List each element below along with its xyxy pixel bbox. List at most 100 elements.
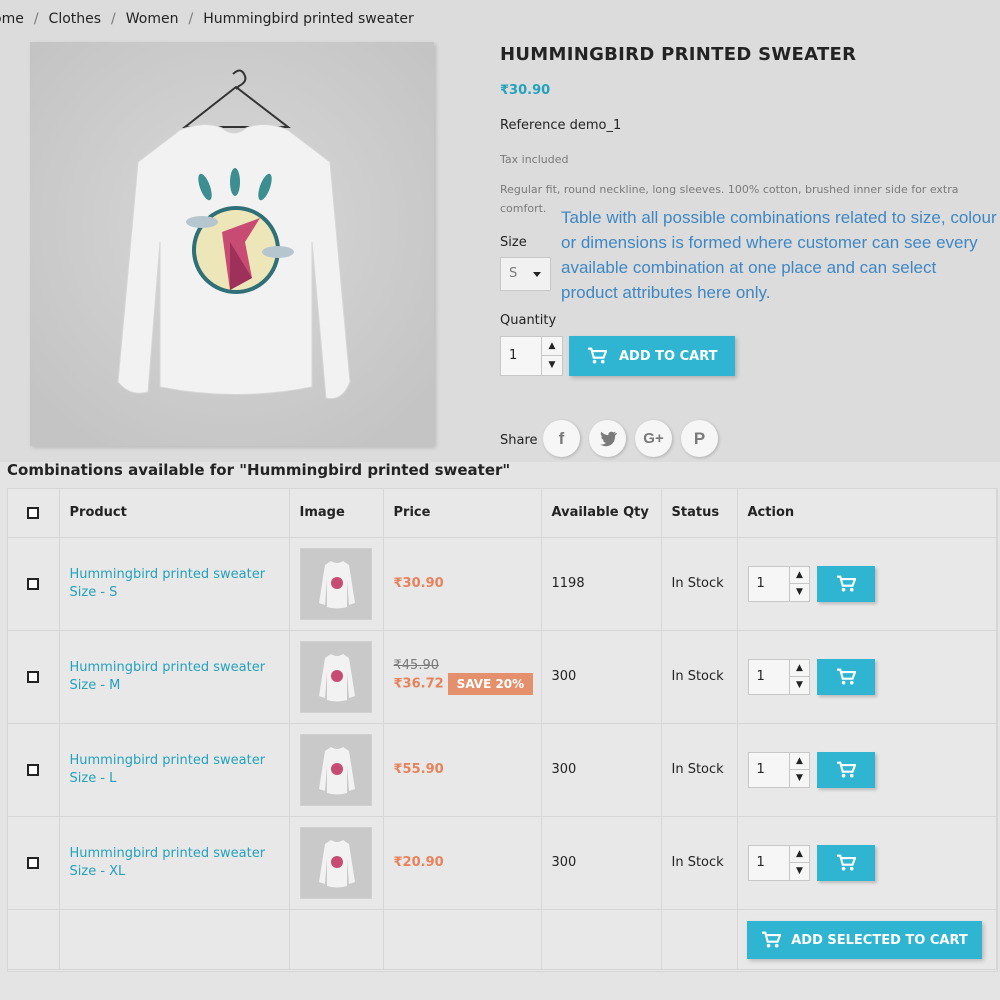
chevron-down-icon[interactable]: ▼ — [790, 770, 810, 787]
add-to-cart-label: ADD TO CART — [619, 348, 718, 364]
header-price: Price — [383, 489, 542, 538]
header-product: Product — [59, 489, 290, 538]
row-available-qty: 1198 — [541, 537, 662, 631]
chevron-down-icon[interactable]: ▼ — [790, 584, 810, 601]
row-status: In Stock — [661, 537, 738, 631]
tax-label: Tax included — [500, 153, 569, 166]
google-plus-share-icon[interactable]: G+ — [635, 420, 672, 457]
product-thumbnail[interactable] — [299, 547, 372, 620]
product-link[interactable]: Hummingbird printed sweater Size - XL — [59, 816, 290, 910]
chevron-down-icon[interactable]: ▼ — [790, 677, 810, 694]
select-all-checkbox[interactable] — [27, 506, 40, 519]
size-select[interactable]: S — [500, 257, 551, 291]
size-label: Size — [500, 235, 527, 250]
breadcrumb-current: Hummingbird printed sweater — [203, 11, 414, 27]
quantity-label: Quantity — [500, 313, 557, 328]
chevron-up-icon[interactable]: ▲ — [789, 660, 810, 677]
quantity-stepper[interactable]: 1 ▲ ▼ — [747, 751, 810, 788]
row-status: In Stock — [661, 723, 738, 817]
row-price: ₹30.90 — [383, 537, 542, 631]
table-row: Hummingbird printed sweater Size - L ₹55.… — [8, 723, 997, 817]
row-checkbox[interactable] — [27, 856, 40, 869]
quantity-input[interactable]: 1 — [757, 576, 765, 591]
row-add-to-cart-button[interactable] — [816, 751, 875, 788]
add-to-cart-button[interactable]: ADD TO CART — [569, 336, 735, 376]
cart-icon — [836, 854, 856, 871]
add-selected-to-cart-button[interactable]: ADD SELECTED TO CART — [747, 921, 982, 959]
row-price: ₹20.90 — [383, 816, 542, 910]
twitter-share-icon[interactable] — [589, 420, 626, 457]
combinations-table: Product Image Price Available Qty Status… — [7, 488, 998, 972]
quantity-stepper[interactable]: 1 ▲ ▼ — [747, 658, 810, 695]
quantity-stepper[interactable]: 1 ▲ ▼ — [747, 565, 810, 602]
product-link[interactable]: Hummingbird printed sweater Size - S — [59, 537, 290, 631]
row-checkbox[interactable] — [27, 577, 40, 590]
product-thumbnail[interactable] — [299, 733, 372, 806]
row-old-price: ₹45.90 — [393, 658, 440, 673]
reference-value: demo_1 — [569, 118, 622, 133]
row-price-discounted: ₹45.90 ₹36.72 SAVE 20% — [383, 630, 542, 724]
row-price: ₹55.90 — [383, 723, 542, 817]
chevron-up-icon[interactable]: ▲ — [542, 337, 562, 356]
table-row: Hummingbird printed sweater Size - M ₹45.… — [8, 630, 997, 724]
row-status: In Stock — [661, 630, 738, 724]
quantity-stepper[interactable]: 1 ▲ ▼ — [747, 844, 810, 881]
sweater-illustration — [30, 42, 434, 446]
annotation-note: Table with all possible combinations rel… — [561, 208, 997, 302]
row-price: ₹36.72 — [393, 676, 444, 692]
chevron-down-icon[interactable]: ▼ — [542, 356, 562, 375]
product-link[interactable]: Hummingbird printed sweater Size - L — [59, 723, 290, 817]
product-main-image[interactable] — [30, 42, 434, 446]
caret-down-icon — [533, 272, 541, 277]
row-available-qty: 300 — [541, 630, 662, 724]
product-price: ₹30.90 — [500, 83, 551, 98]
product-reference: Reference demo_1 — [500, 118, 621, 133]
share-label: Share — [500, 433, 538, 448]
save-badge: SAVE 20% — [447, 673, 534, 695]
breadcrumb-home[interactable]: ome — [0, 11, 24, 27]
row-add-to-cart-button[interactable] — [816, 844, 875, 881]
table-header-row: Product Image Price Available Qty Status… — [8, 489, 997, 538]
size-selected-value: S — [509, 266, 518, 281]
twitter-icon — [599, 431, 617, 446]
combinations-title: Combinations available for "Hummingbird … — [7, 461, 511, 479]
reference-label: Reference — [500, 118, 566, 133]
quantity-input[interactable]: 1 — [509, 348, 517, 363]
header-available-qty: Available Qty — [541, 489, 662, 538]
breadcrumb-women[interactable]: Women — [126, 11, 179, 27]
row-status: In Stock — [661, 816, 738, 910]
table-row: Hummingbird printed sweater Size - S ₹30.… — [8, 537, 997, 631]
add-selected-label: ADD SELECTED TO CART — [791, 932, 968, 948]
row-checkbox[interactable] — [27, 763, 40, 776]
cart-icon — [836, 761, 856, 778]
chevron-up-icon[interactable]: ▲ — [789, 567, 810, 584]
quantity-input[interactable]: 1 — [757, 669, 765, 684]
cart-icon — [762, 931, 782, 948]
header-action: Action — [737, 489, 997, 538]
row-available-qty: 300 — [541, 723, 662, 817]
pinterest-share-icon[interactable]: P — [681, 420, 718, 457]
chevron-down-icon[interactable]: ▼ — [790, 863, 810, 880]
product-title: HUMMINGBIRD PRINTED SWEATER — [500, 44, 857, 65]
cart-icon — [588, 347, 607, 364]
chevron-up-icon[interactable]: ▲ — [789, 846, 810, 863]
breadcrumb-clothes[interactable]: Clothes — [49, 11, 102, 27]
product-link[interactable]: Hummingbird printed sweater Size - M — [59, 630, 290, 724]
product-thumbnail[interactable] — [299, 826, 372, 899]
row-checkbox[interactable] — [27, 670, 40, 683]
row-available-qty: 300 — [541, 816, 662, 910]
breadcrumb: ome/Clothes/Women/Hummingbird printed sw… — [0, 11, 414, 27]
quantity-stepper[interactable]: 1 ▲ ▼ — [500, 336, 563, 376]
cart-icon — [836, 668, 856, 685]
quantity-input[interactable]: 1 — [757, 762, 765, 777]
row-add-to-cart-button[interactable] — [816, 565, 875, 602]
row-add-to-cart-button[interactable] — [816, 658, 875, 695]
table-row: Hummingbird printed sweater Size - XL ₹20… — [8, 816, 997, 910]
header-status: Status — [661, 489, 738, 538]
quantity-input[interactable]: 1 — [757, 855, 765, 870]
chevron-up-icon[interactable]: ▲ — [789, 753, 810, 770]
product-thumbnail[interactable] — [299, 640, 372, 713]
header-image: Image — [289, 489, 384, 538]
facebook-share-icon[interactable]: f — [543, 420, 580, 457]
cart-icon — [836, 575, 856, 592]
